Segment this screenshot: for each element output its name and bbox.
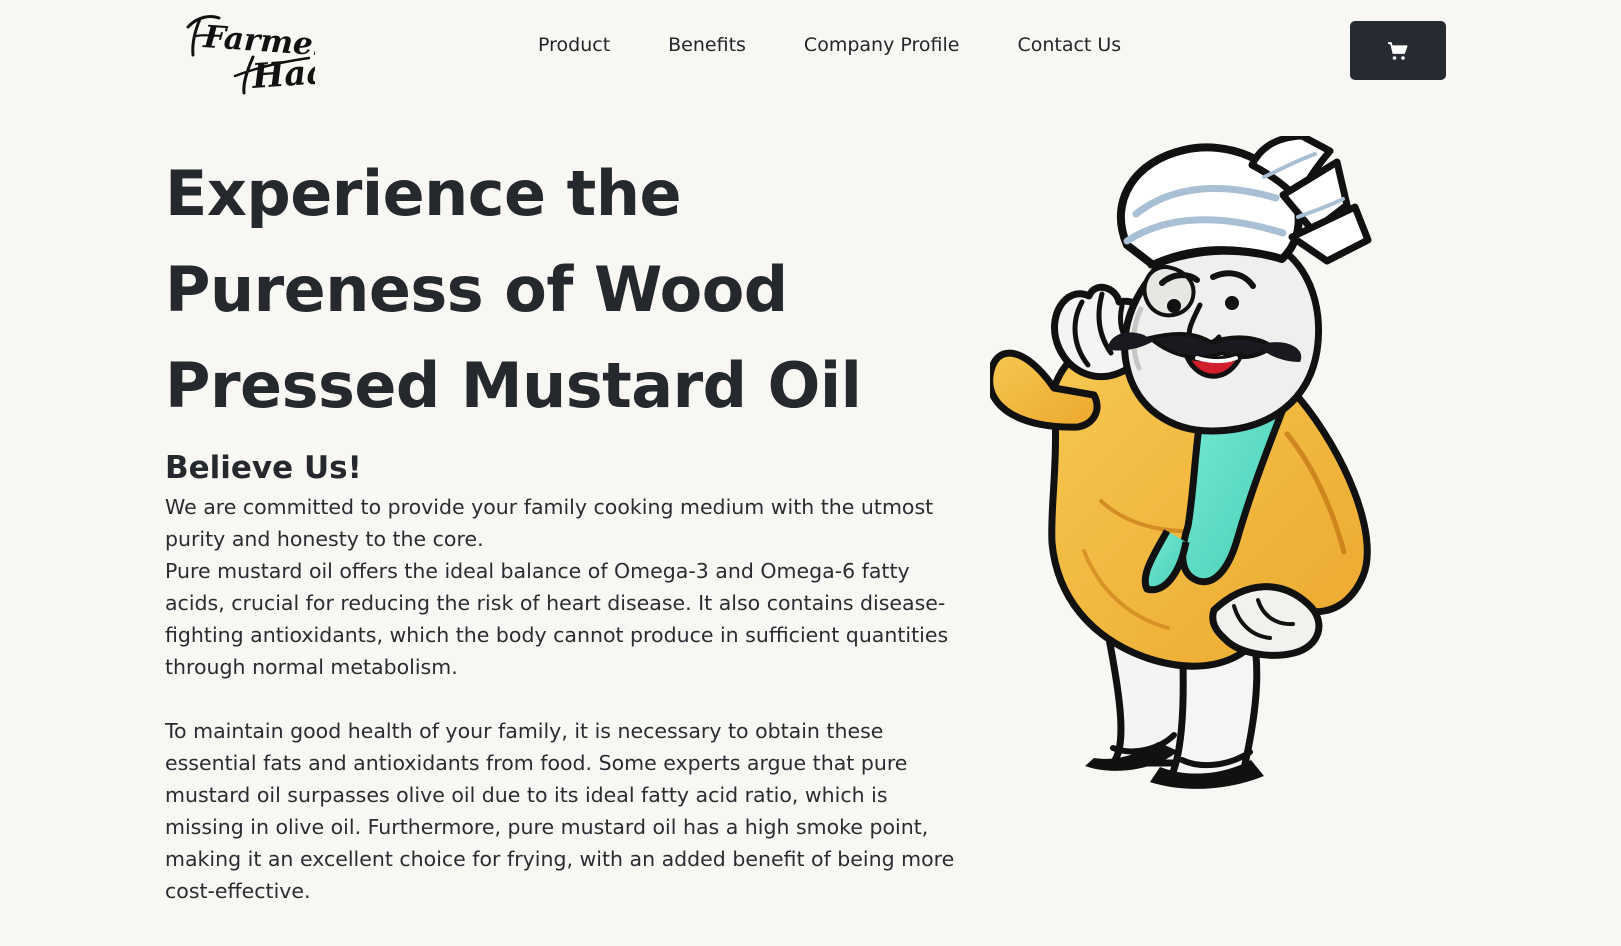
health-comparison-paragraph: To maintain good health of your family, … xyxy=(165,719,955,903)
nav-benefits-link[interactable]: Benefits xyxy=(668,34,746,57)
hero-heading-line-3: Pressed Mustard Oil xyxy=(165,349,862,422)
hero-heading-line-2: Pureness of Wood xyxy=(165,253,788,326)
hero-heading: Experience the Pureness of Wood Pressed … xyxy=(165,146,945,434)
nav-company-profile-link[interactable]: Company Profile xyxy=(804,34,960,57)
farmer-mascot-icon xyxy=(990,136,1372,789)
omega-benefits-paragraph: Pure mustard oil offers the ideal balanc… xyxy=(165,559,949,679)
shopping-cart-icon xyxy=(1388,41,1408,60)
cart-button[interactable] xyxy=(1350,21,1446,80)
hero-description: We are committed to provide your family … xyxy=(165,491,957,907)
logo-haat-text: Haat xyxy=(250,51,315,96)
brand-logo[interactable]: Farmers Haat xyxy=(180,4,315,96)
nav-contact-us-link[interactable]: Contact Us xyxy=(1017,34,1121,57)
hero-section: Experience the Pureness of Wood Pressed … xyxy=(165,146,945,434)
farmers-haat-logo: Farmers Haat xyxy=(186,15,315,96)
believe-us-heading: Believe Us! xyxy=(165,450,362,486)
commitment-paragraph: We are committed to provide your family … xyxy=(165,495,934,551)
main-navigation: Product Benefits Company Profile Contact… xyxy=(538,34,1121,57)
hero-heading-line-1: Experience the xyxy=(165,157,682,230)
nav-product-link[interactable]: Product xyxy=(538,34,610,57)
farmer-mascot-illustration xyxy=(990,136,1420,816)
